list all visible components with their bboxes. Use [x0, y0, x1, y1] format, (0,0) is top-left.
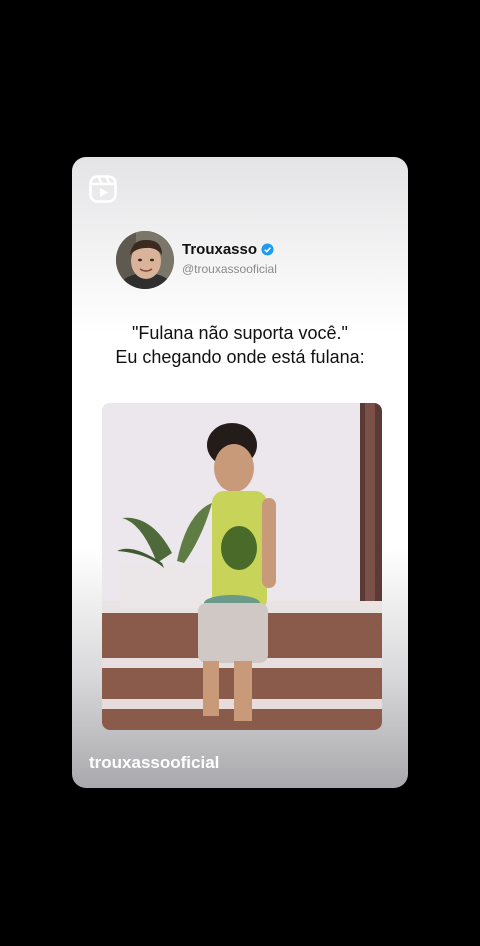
author-block: Trouxasso @trouxassooficial	[116, 231, 376, 293]
verified-badge-icon	[261, 243, 274, 256]
avatar-image	[116, 231, 174, 289]
reel-card[interactable]: Trouxasso @trouxassooficial "Fulana não …	[72, 157, 408, 788]
video-frame[interactable]	[102, 403, 382, 730]
avatar[interactable]	[116, 231, 174, 289]
footer-username[interactable]: trouxassooficial	[89, 753, 219, 773]
author-handle[interactable]: @trouxassooficial	[182, 262, 277, 276]
author-name[interactable]: Trouxasso	[182, 241, 257, 258]
caption-line-2: Eu chegando onde está fulana:	[115, 347, 365, 367]
reels-icon[interactable]	[89, 175, 117, 203]
caption-line-1: "Fulana não suporta você."	[132, 323, 348, 343]
author-name-row: Trouxasso	[182, 241, 274, 258]
post-caption: "Fulana não suporta você." Eu chegando o…	[72, 321, 408, 369]
video-thumbnail	[102, 403, 382, 730]
